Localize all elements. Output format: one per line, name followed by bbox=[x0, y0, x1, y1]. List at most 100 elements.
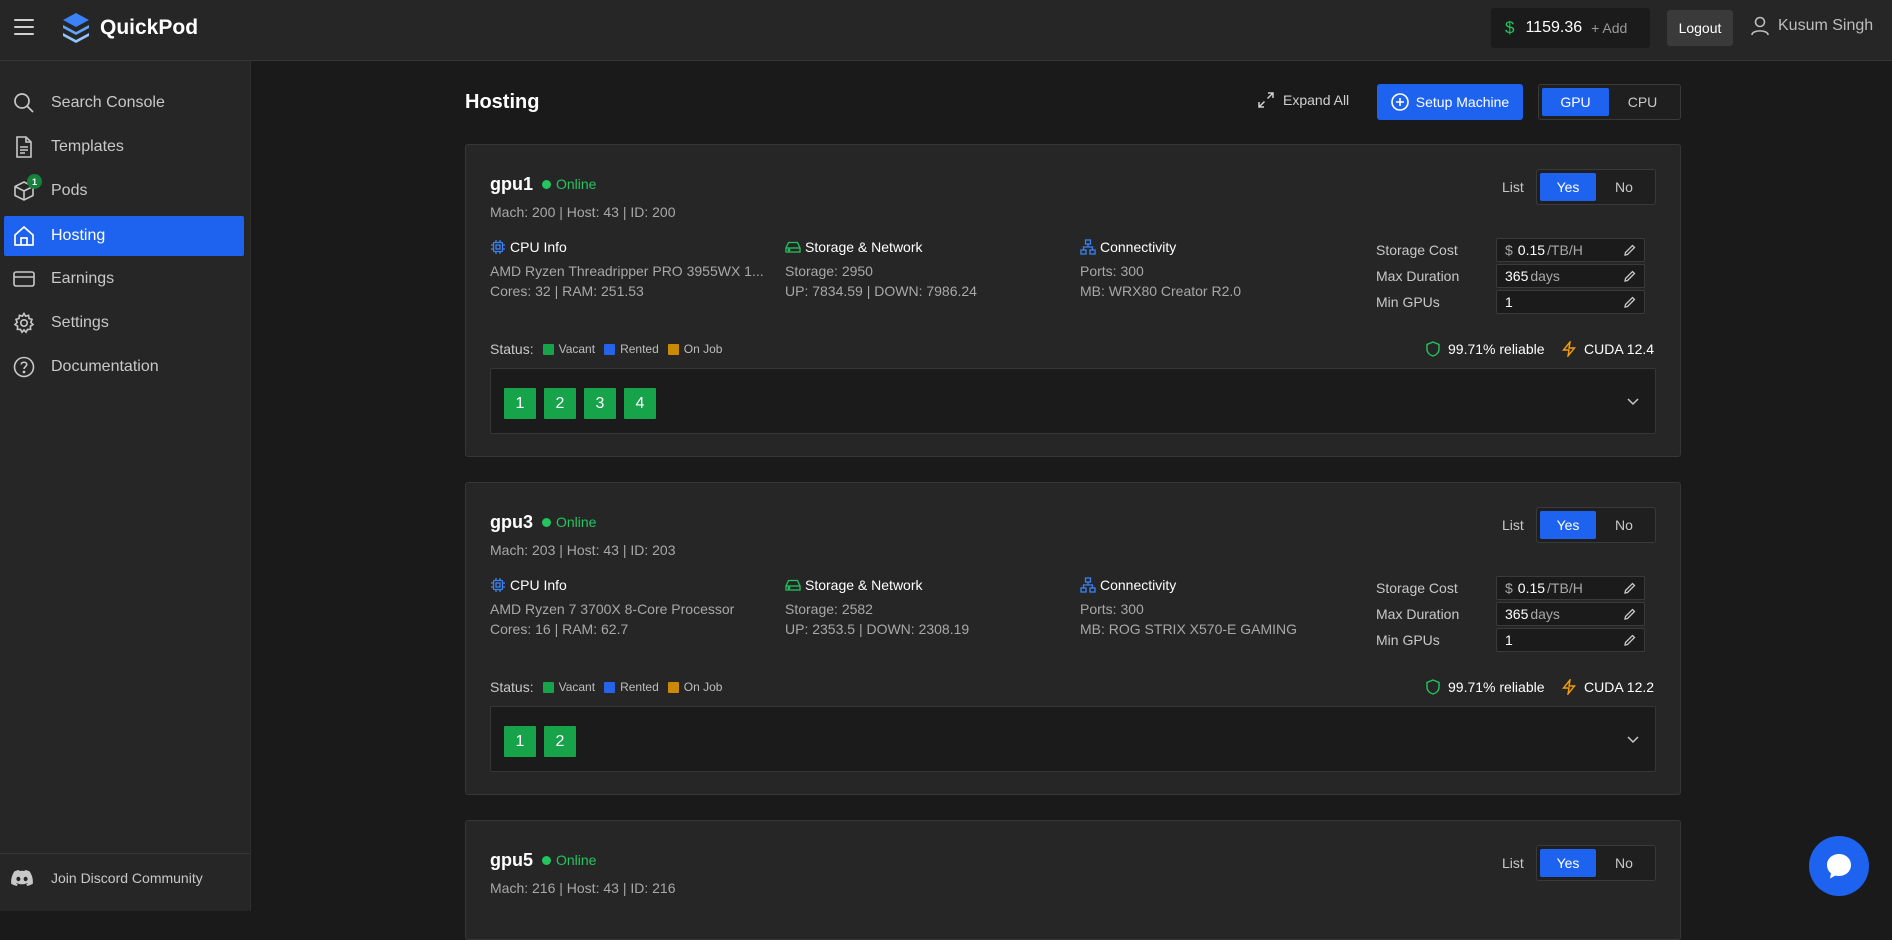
reliability: 99.71% reliable bbox=[1426, 341, 1545, 357]
sidebar-item-label: Templates bbox=[51, 138, 124, 155]
sidebar: Search Console Templates 1 Pods Hosting … bbox=[0, 61, 251, 911]
legend-on-job: On Job bbox=[667, 342, 722, 356]
sidebar-item-settings[interactable]: Settings bbox=[4, 303, 244, 343]
sidebar-item-label: Documentation bbox=[51, 358, 159, 375]
gpu-slot[interactable]: 2 bbox=[544, 726, 576, 757]
list-toggle: Yes No bbox=[1536, 507, 1656, 543]
sidebar-item-pods[interactable]: 1 Pods bbox=[4, 171, 244, 211]
online-status: Online bbox=[542, 176, 596, 192]
user-menu[interactable]: Kusum Singh bbox=[1751, 16, 1873, 36]
gpu-slot[interactable]: 4 bbox=[624, 388, 656, 419]
storage-value: Storage: 2950 bbox=[785, 263, 873, 279]
gpu-slot[interactable]: 1 bbox=[504, 388, 536, 419]
network-icon bbox=[1080, 239, 1096, 255]
list-yes-button[interactable]: Yes bbox=[1540, 511, 1596, 539]
reliability: 99.71% reliable bbox=[1426, 679, 1545, 695]
min-gpus-field[interactable]: 1 bbox=[1496, 290, 1645, 314]
edit-icon[interactable] bbox=[1623, 243, 1637, 257]
list-no-button[interactable]: No bbox=[1596, 511, 1652, 539]
edit-icon[interactable] bbox=[1623, 633, 1637, 647]
list-yes-button[interactable]: Yes bbox=[1540, 173, 1596, 201]
logout-button[interactable]: Logout bbox=[1667, 10, 1733, 46]
shield-icon bbox=[1426, 679, 1440, 695]
online-status: Online bbox=[542, 852, 596, 868]
menu-icon[interactable] bbox=[14, 19, 34, 35]
list-no-button[interactable]: No bbox=[1596, 849, 1652, 877]
chat-button[interactable] bbox=[1809, 836, 1869, 896]
online-dot-icon bbox=[542, 179, 551, 189]
document-icon bbox=[16, 136, 32, 158]
list-toggle: Yes No bbox=[1536, 169, 1656, 205]
ports-value: Ports: 300 bbox=[1080, 263, 1144, 279]
list-no-button[interactable]: No bbox=[1596, 173, 1652, 201]
sidebar-item-hosting[interactable]: Hosting bbox=[4, 216, 244, 256]
min-gpus-label: Min GPUs bbox=[1376, 294, 1440, 310]
edit-icon[interactable] bbox=[1623, 581, 1637, 595]
hard-drive-icon bbox=[785, 579, 801, 591]
machine-ids: Mach: 216 | Host: 43 | ID: 216 bbox=[490, 880, 676, 896]
list-yes-button[interactable]: Yes bbox=[1540, 849, 1596, 877]
sidebar-item-earnings[interactable]: Earnings bbox=[4, 259, 244, 299]
chevron-down-icon[interactable] bbox=[1625, 393, 1641, 409]
max-duration-field[interactable]: 365 days bbox=[1496, 602, 1645, 626]
expand-all-button[interactable]: Expand All bbox=[1258, 92, 1349, 108]
host-card: gpu1 Online Mach: 200 | Host: 43 | ID: 2… bbox=[465, 144, 1681, 457]
gpu-panel[interactable]: 1 2 3 4 bbox=[490, 368, 1656, 434]
status-legend: Status: Vacant Rented On Job bbox=[490, 679, 723, 695]
online-status: Online bbox=[542, 514, 596, 530]
legend-vacant: Vacant bbox=[542, 342, 595, 356]
max-duration-field[interactable]: 365 days bbox=[1496, 264, 1645, 288]
sidebar-divider bbox=[0, 853, 251, 854]
add-funds-button[interactable]: + Add bbox=[1591, 20, 1627, 36]
motherboard-value: MB: ROG STRIX X570-E GAMING bbox=[1080, 621, 1298, 637]
setup-machine-label: Setup Machine bbox=[1415, 94, 1510, 110]
chevron-down-icon[interactable] bbox=[1625, 731, 1641, 747]
gpu-slot[interactable]: 3 bbox=[584, 388, 616, 419]
sidebar-item-label: Earnings bbox=[51, 270, 115, 287]
hard-drive-icon bbox=[785, 241, 801, 253]
storage-cost-label: Storage Cost bbox=[1376, 242, 1458, 258]
credit-card-icon bbox=[13, 271, 35, 287]
storage-value: Storage: 2582 bbox=[785, 601, 873, 617]
cpu-icon bbox=[491, 240, 505, 254]
discord-label: Join Discord Community bbox=[51, 870, 203, 886]
storage-cost-field[interactable]: $0.15/TB/H bbox=[1496, 238, 1645, 262]
help-circle-icon bbox=[13, 356, 35, 378]
online-dot-icon bbox=[542, 517, 551, 527]
expand-all-label: Expand All bbox=[1283, 92, 1350, 108]
list-label: List bbox=[1502, 855, 1524, 871]
quickpod-logo[interactable] bbox=[61, 12, 91, 44]
host-name: gpu1 bbox=[490, 174, 533, 194]
host-name: gpu5 bbox=[490, 850, 533, 870]
list-toggle: Yes No bbox=[1536, 845, 1656, 881]
list-label: List bbox=[1502, 179, 1524, 195]
sidebar-item-documentation[interactable]: Documentation bbox=[4, 347, 244, 387]
storage-network-heading: Storage & Network bbox=[785, 577, 923, 593]
app-brand[interactable]: QuickPod bbox=[100, 16, 198, 40]
edit-icon[interactable] bbox=[1623, 607, 1637, 621]
cpu-name: AMD Ryzen Threadripper PRO 3955WX 1... bbox=[490, 263, 764, 279]
sidebar-item-label: Hosting bbox=[51, 227, 106, 244]
gpu-panel[interactable]: 1 2 bbox=[490, 706, 1656, 772]
gpu-slot[interactable]: 1 bbox=[504, 726, 536, 757]
toggle-cpu[interactable]: CPU bbox=[1609, 88, 1676, 116]
search-icon bbox=[14, 93, 34, 113]
gpu-cpu-toggle: GPU CPU bbox=[1538, 84, 1681, 120]
list-label: List bbox=[1502, 517, 1524, 533]
gpu-slot[interactable]: 2 bbox=[544, 388, 576, 419]
setup-machine-button[interactable]: Setup Machine bbox=[1377, 84, 1523, 120]
toggle-gpu[interactable]: GPU bbox=[1542, 88, 1609, 116]
cuda-version: CUDA 12.2 bbox=[1562, 679, 1654, 695]
min-gpus-field[interactable]: 1 bbox=[1496, 628, 1645, 652]
cpu-detail: Cores: 32 | RAM: 251.53 bbox=[490, 283, 644, 299]
legend-vacant: Vacant bbox=[542, 680, 595, 694]
discord-link[interactable]: Join Discord Community bbox=[11, 870, 203, 886]
edit-icon[interactable] bbox=[1623, 269, 1637, 283]
sidebar-item-search-console[interactable]: Search Console bbox=[4, 83, 244, 123]
storage-network-heading: Storage & Network bbox=[785, 239, 923, 255]
storage-cost-field[interactable]: $0.15/TB/H bbox=[1496, 576, 1645, 600]
cuda-version: CUDA 12.4 bbox=[1562, 341, 1654, 357]
edit-icon[interactable] bbox=[1623, 295, 1637, 309]
max-duration-label: Max Duration bbox=[1376, 606, 1460, 622]
sidebar-item-templates[interactable]: Templates bbox=[4, 127, 244, 167]
